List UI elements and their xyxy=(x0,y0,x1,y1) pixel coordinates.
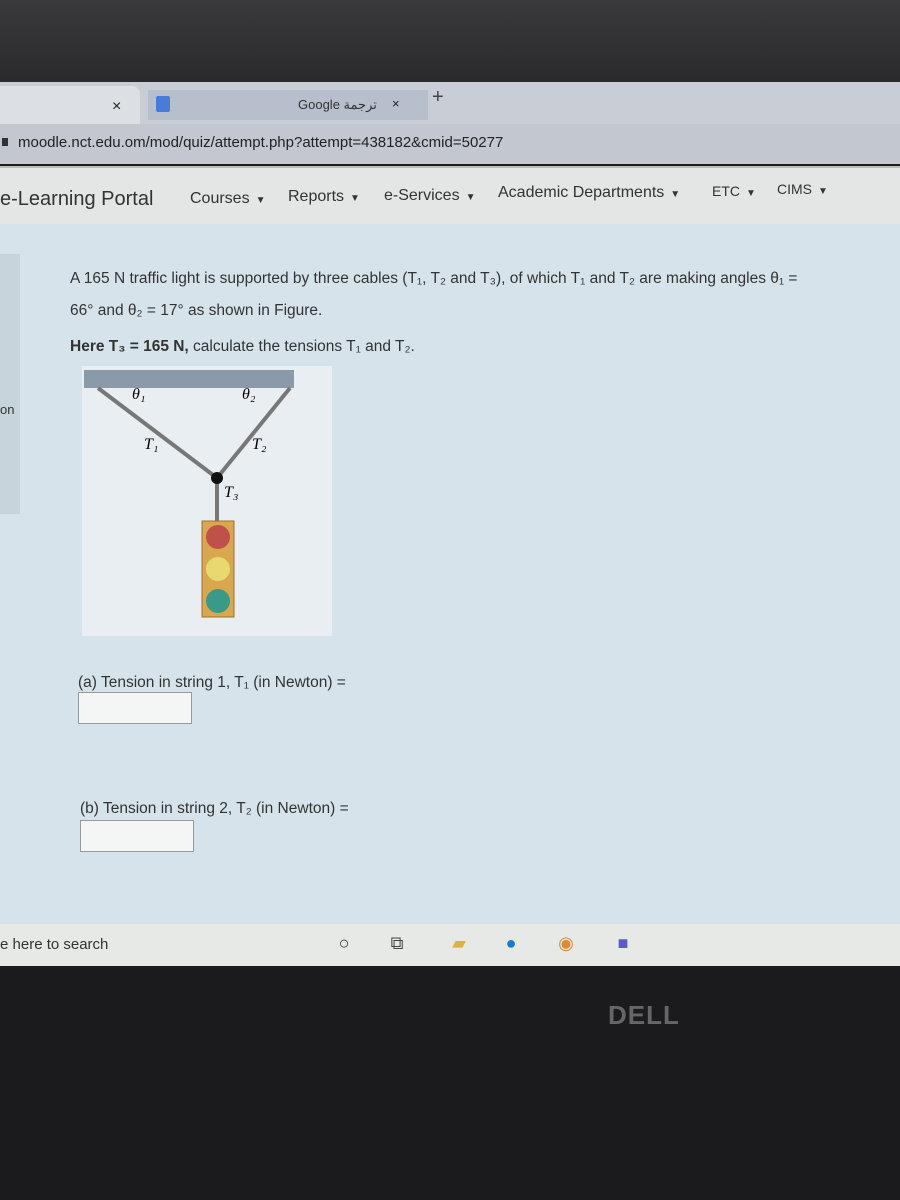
caret-down-icon: ▼ xyxy=(670,189,681,200)
t3-label: T₃ xyxy=(224,484,239,501)
tension-t1-input[interactable] xyxy=(78,692,192,724)
traffic-light-figure: θ₁ θ₂ T₁ T₂ T₃ xyxy=(82,366,332,636)
caret-down-icon: ▼ xyxy=(465,192,476,203)
tab-title: Google ترجمة xyxy=(298,97,377,112)
nav-courses[interactable]: Courses ▼ xyxy=(190,190,265,208)
cortana-icon[interactable]: ○ xyxy=(333,932,355,954)
site-brand[interactable]: e-Learning Portal xyxy=(0,188,153,211)
cable-t1 xyxy=(96,386,219,480)
lock-icon xyxy=(2,138,8,146)
new-tab-button[interactable]: + xyxy=(432,86,444,109)
nav-cims[interactable]: CIMS ▼ xyxy=(777,181,828,197)
nav-e-services[interactable]: e-Services ▼ xyxy=(384,187,475,205)
file-explorer-icon[interactable]: ▰ xyxy=(448,932,470,954)
edge-icon[interactable]: ● xyxy=(500,932,522,954)
nav-label: e-Services xyxy=(384,187,460,204)
dell-logo: DELL xyxy=(608,1000,680,1030)
caret-down-icon: ▼ xyxy=(818,186,828,197)
nav-reports[interactable]: Reports ▼ xyxy=(288,188,360,206)
nav-etc[interactable]: ETC ▼ xyxy=(712,183,756,199)
sidebar-fragment xyxy=(0,254,20,514)
green-light xyxy=(206,589,230,613)
teams-icon[interactable]: ■ xyxy=(612,932,634,954)
tab-bar: × Google ترجمة × + xyxy=(0,82,900,124)
question-line-1: A 165 N traffic light is supported by th… xyxy=(70,270,798,287)
url-text[interactable]: moodle.nct.edu.om/mod/quiz/attempt.php?a… xyxy=(18,134,503,151)
nav-label: Courses xyxy=(190,190,250,207)
task-view-icon[interactable]: ⧉ xyxy=(386,932,408,954)
nav-label: ETC xyxy=(712,183,740,199)
yellow-light xyxy=(206,557,230,581)
red-light xyxy=(206,525,230,549)
given-value: Here T₃ = 165 N, xyxy=(70,338,189,355)
nav-academic-departments[interactable]: Academic Departments ▼ xyxy=(498,184,680,202)
site-nav: e-Learning Portal Courses ▼ Reports ▼ e-Se… xyxy=(0,166,900,224)
tab-google-translate[interactable]: Google ترجمة × xyxy=(148,90,428,120)
tension-t2-input[interactable] xyxy=(80,820,194,852)
t1-label: T₁ xyxy=(144,436,159,453)
question-line-2: 66° and θ₂ = 17° as shown in Figure. xyxy=(70,302,323,319)
caret-down-icon: ▼ xyxy=(746,188,756,199)
nav-label: Academic Departments xyxy=(498,184,665,201)
close-icon[interactable]: × xyxy=(392,96,400,111)
caret-down-icon: ▼ xyxy=(255,195,266,206)
tab-active[interactable]: × xyxy=(0,86,140,124)
nav-label: CIMS xyxy=(777,181,812,197)
question-instruction: calculate the tensions T₁ and T₂. xyxy=(188,338,415,355)
close-icon[interactable]: × xyxy=(112,98,121,116)
part-b-label: (b) Tension in string 2, T₂ (in Newton) … xyxy=(80,800,349,817)
translate-icon xyxy=(156,96,170,112)
junction-knot xyxy=(211,472,223,484)
t2-label: T₂ xyxy=(252,436,267,453)
theta1-label: θ₁ xyxy=(132,386,146,403)
screen-bezel xyxy=(0,0,900,82)
question-line-3: Here T₃ = 165 N, calculate the tensions … xyxy=(70,336,415,358)
taskbar: e here to search ○ ⧉ ▰ ● ◉ ■ xyxy=(0,924,900,966)
sidebar-text: on xyxy=(0,402,15,417)
part-a-label: (a) Tension in string 1, T₁ (in Newton) … xyxy=(78,674,346,691)
nav-label: Reports xyxy=(288,188,345,205)
taskbar-search[interactable]: e here to search xyxy=(0,936,108,953)
chrome-icon[interactable]: ◉ xyxy=(555,932,577,954)
ceiling-beam xyxy=(84,370,294,388)
address-bar[interactable]: moodle.nct.edu.om/mod/quiz/attempt.php?a… xyxy=(0,124,900,164)
theta2-label: θ₂ xyxy=(242,386,256,403)
caret-down-icon: ▼ xyxy=(350,193,360,204)
